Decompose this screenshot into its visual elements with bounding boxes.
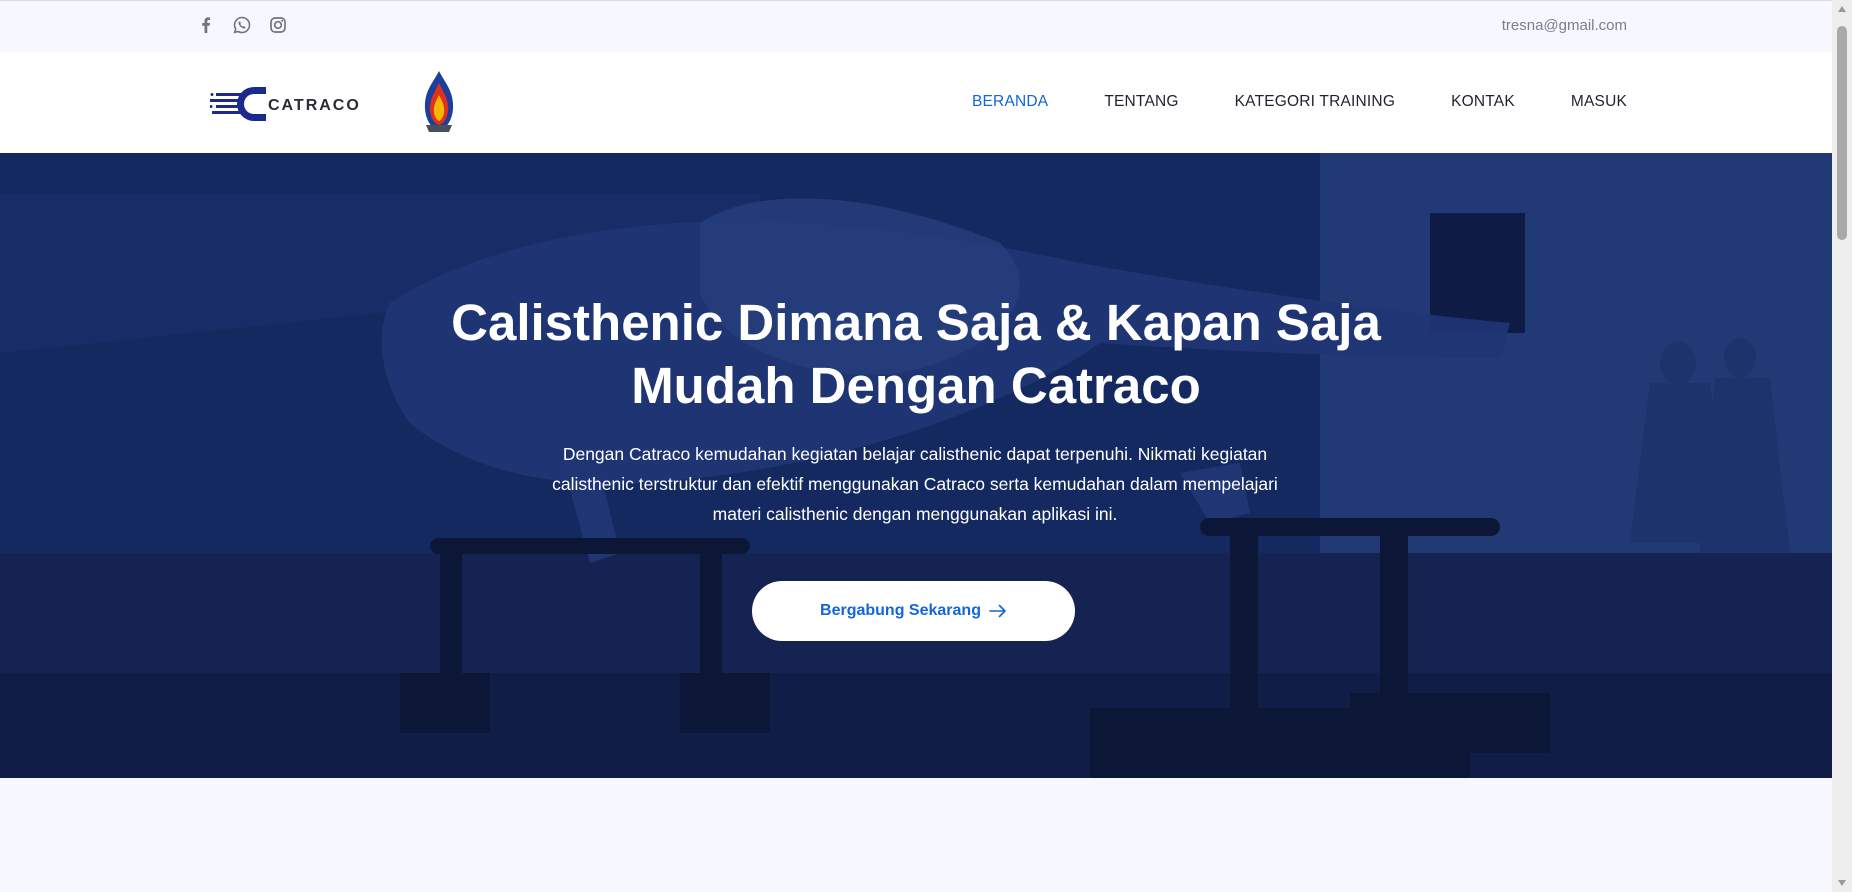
scroll-down-arrow-icon[interactable] <box>1838 880 1846 886</box>
page-scrollbar[interactable] <box>1832 0 1852 892</box>
social-links <box>196 15 288 35</box>
page: tresna@gmail.com CATRACO BERANDA TENTANG… <box>0 0 1832 892</box>
scrollbar-thumb[interactable] <box>1837 26 1847 240</box>
hero-title-line-1: Calisthenic Dimana Saja & Kapan Saja <box>451 294 1381 351</box>
hero-title-line-2: Mudah Dengan Catraco <box>631 357 1201 414</box>
hero-description: Dengan Catraco kemudahan kegiatan belaja… <box>552 444 1278 524</box>
join-now-button[interactable]: Bergabung Sekarang <box>752 581 1075 641</box>
join-now-label: Bergabung Sekarang <box>820 602 981 619</box>
arrow-right-icon <box>989 604 1006 618</box>
nav-item-beranda[interactable]: BERANDA <box>972 93 1048 111</box>
nav-item-kategori-training[interactable]: KATEGORI TRAINING <box>1235 93 1395 111</box>
nav-item-tentang[interactable]: TENTANG <box>1104 93 1178 111</box>
hero-title: Calisthenic Dimana Saja & Kapan Saja Mud… <box>0 291 1832 417</box>
logo-wordmark: CATRACO <box>268 97 361 114</box>
flame-emblem-icon <box>424 71 454 132</box>
main-navbar: CATRACO BERANDA TENTANG KATEGORI TRAININ… <box>0 52 1832 153</box>
top-bar: tresna@gmail.com <box>0 0 1832 52</box>
nav-item-masuk[interactable]: MASUK <box>1571 93 1627 111</box>
contact-email[interactable]: tresna@gmail.com <box>1502 17 1627 34</box>
instagram-icon[interactable] <box>268 15 288 35</box>
nav-item-kontak[interactable]: KONTAK <box>1451 93 1515 111</box>
hero-section: Calisthenic Dimana Saja & Kapan Saja Mud… <box>0 153 1832 778</box>
facebook-icon[interactable] <box>196 15 216 35</box>
scroll-up-arrow-icon[interactable] <box>1838 6 1846 12</box>
whatsapp-icon[interactable] <box>232 15 252 35</box>
primary-nav: BERANDA TENTANG KATEGORI TRAINING KONTAK… <box>972 93 1627 111</box>
catraco-logo[interactable]: CATRACO <box>210 80 378 126</box>
